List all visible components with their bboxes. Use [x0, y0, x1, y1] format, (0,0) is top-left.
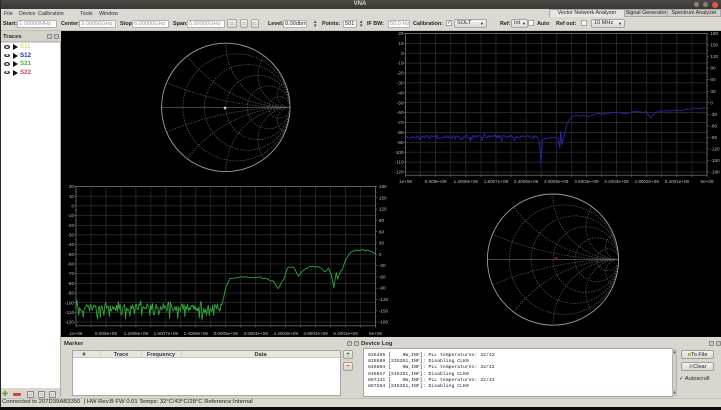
svg-text:-120: -120 — [65, 320, 75, 325]
svg-text:-150: -150 — [710, 158, 720, 163]
svg-text:4.2003e+09: 4.2003e+09 — [604, 179, 629, 184]
svg-text:-30: -30 — [379, 263, 386, 268]
svg-text:5.4001e+09: 5.4001e+09 — [333, 331, 358, 336]
svg-text:-20: -20 — [397, 71, 404, 76]
svg-text:-60: -60 — [67, 262, 74, 267]
svg-text:-120: -120 — [394, 170, 404, 175]
svg-text:1.8007e+09: 1.8007e+09 — [484, 179, 509, 184]
svg-text:30: 30 — [379, 241, 385, 246]
svg-text:-10: -10 — [397, 61, 404, 66]
svg-text:-50: -50 — [67, 252, 74, 257]
svg-text:90: 90 — [710, 66, 716, 71]
svg-text:-110: -110 — [395, 160, 404, 165]
svg-text:4.2003e+09: 4.2003e+09 — [273, 331, 298, 336]
svg-text:60: 60 — [379, 229, 385, 234]
svg-text:4.8002e+09: 4.8002e+09 — [303, 331, 328, 336]
svg-text:-60: -60 — [397, 110, 404, 115]
svg-text:60: 60 — [710, 77, 716, 82]
svg-text:30: 30 — [710, 89, 716, 94]
svg-text:1e+06: 1e+06 — [399, 179, 412, 184]
svg-text:1.8007e+09: 1.8007e+09 — [154, 331, 179, 336]
svg-text:-120: -120 — [710, 147, 720, 152]
svg-text:-60: -60 — [710, 123, 717, 128]
svg-text:6.009e+08: 6.009e+08 — [95, 331, 117, 336]
svg-text:20: 20 — [398, 31, 404, 36]
svg-text:90: 90 — [379, 218, 385, 223]
svg-text:1.2008e+09: 1.2008e+09 — [454, 179, 479, 184]
svg-text:-40: -40 — [397, 90, 404, 95]
svg-text:-90: -90 — [397, 140, 404, 145]
svg-text:180: 180 — [710, 31, 718, 36]
svg-text:5.4001e+09: 5.4001e+09 — [665, 179, 690, 184]
svg-text:-40: -40 — [67, 242, 74, 247]
svg-text:3.0005e+09: 3.0005e+09 — [544, 179, 569, 184]
svg-text:-90: -90 — [67, 291, 74, 296]
svg-text:3.6004e+09: 3.6004e+09 — [574, 179, 599, 184]
svg-text:-80: -80 — [397, 130, 404, 135]
svg-text:-120: -120 — [379, 297, 389, 302]
svg-text:-90: -90 — [379, 286, 386, 291]
svg-text:-180: -180 — [379, 320, 389, 325]
svg-text:-30: -30 — [397, 81, 404, 86]
svg-text:10: 10 — [69, 194, 75, 199]
svg-text:120: 120 — [379, 207, 387, 212]
svg-text:-70: -70 — [397, 120, 404, 125]
svg-text:150: 150 — [379, 195, 387, 200]
svg-text:-60: -60 — [379, 274, 386, 279]
svg-text:-100: -100 — [65, 300, 75, 305]
svg-text:-180: -180 — [710, 170, 720, 175]
svg-text:6.009e+08: 6.009e+08 — [425, 179, 447, 184]
svg-text:10: 10 — [398, 41, 404, 46]
svg-text:-20: -20 — [67, 223, 74, 228]
svg-text:2.4006e+09: 2.4006e+09 — [514, 179, 539, 184]
svg-text:0: 0 — [710, 100, 713, 105]
svg-text:3.0005e+09: 3.0005e+09 — [214, 331, 239, 336]
svg-text:2.4006e+09: 2.4006e+09 — [184, 331, 209, 336]
svg-text:-30: -30 — [710, 112, 717, 117]
svg-text:180: 180 — [379, 184, 387, 189]
svg-text:1.2008e+09: 1.2008e+09 — [124, 331, 149, 336]
svg-text:0: 0 — [401, 51, 404, 56]
svg-text:4.8002e+09: 4.8002e+09 — [634, 179, 659, 184]
svg-text:6e+09: 6e+09 — [369, 331, 382, 336]
svg-text:0: 0 — [379, 252, 382, 257]
svg-text:6e+09: 6e+09 — [701, 179, 714, 184]
svg-text:-100: -100 — [394, 150, 404, 155]
svg-text:-80: -80 — [67, 281, 74, 286]
svg-text:-110: -110 — [65, 310, 74, 315]
svg-text:-30: -30 — [67, 233, 74, 238]
svg-text:-10: -10 — [67, 213, 74, 218]
svg-text:0: 0 — [71, 203, 74, 208]
svg-text:120: 120 — [710, 54, 718, 59]
svg-text:3.6004e+09: 3.6004e+09 — [243, 331, 268, 336]
svg-text:150: 150 — [710, 43, 718, 48]
svg-text:1e+06: 1e+06 — [70, 331, 83, 336]
svg-text:-50: -50 — [397, 100, 404, 105]
svg-text:-150: -150 — [379, 308, 389, 313]
svg-text:-90: -90 — [710, 135, 717, 140]
svg-text:20: 20 — [69, 184, 75, 189]
svg-text:-70: -70 — [67, 271, 74, 276]
